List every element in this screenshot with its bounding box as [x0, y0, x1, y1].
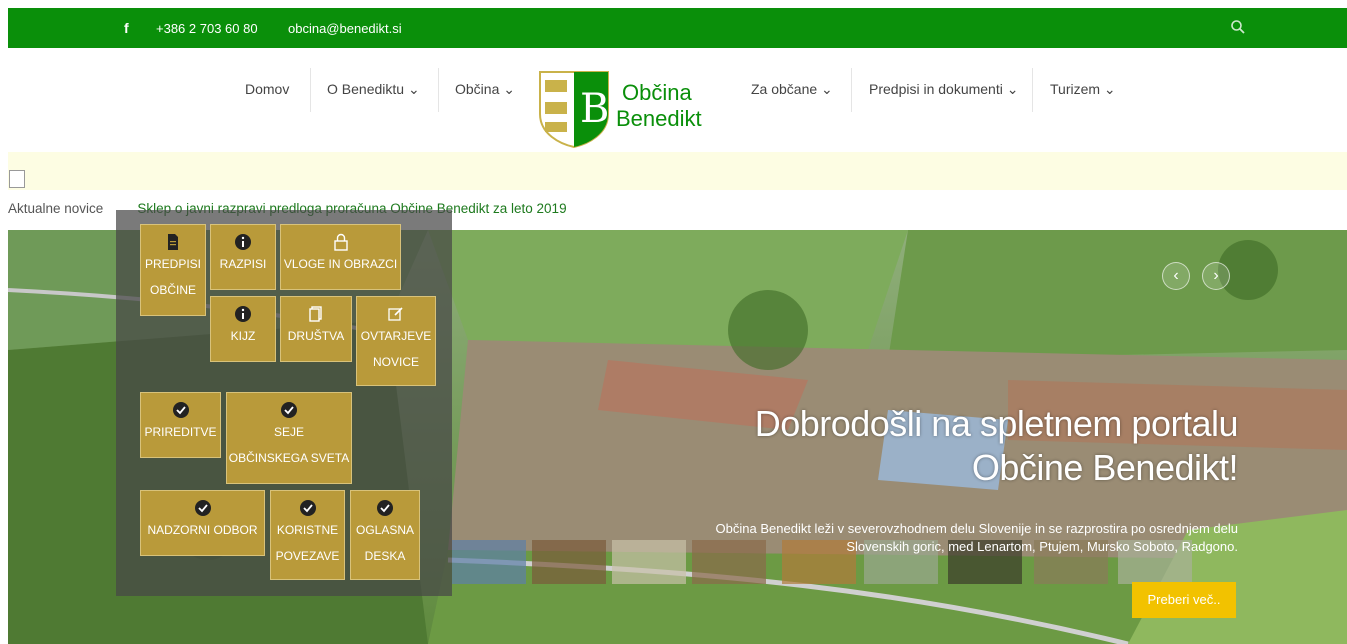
tile-label: NADZORNI ODBOR: [147, 523, 258, 537]
tile-label: OGLASNA: [355, 523, 415, 537]
tile-drustva[interactable]: DRUŠTVA: [280, 296, 352, 362]
tile-label: VLOGE IN OBRAZCI: [283, 257, 398, 271]
check-icon: [281, 402, 297, 418]
info-icon: [235, 306, 251, 322]
tile-nadzorni-odbor[interactable]: NADZORNI ODBOR: [140, 490, 265, 556]
nav-divider: [310, 68, 311, 112]
hero-title-line2: Občine Benedikt!: [971, 447, 1239, 488]
tile-label: OBČINE: [149, 283, 196, 297]
tile-seje-obcinskega-sveta[interactable]: SEJE OBČINSKEGA SVETA: [226, 392, 352, 484]
document-icon[interactable]: [9, 170, 25, 188]
document-icon: [168, 234, 178, 250]
tile-label: OVTARJEVE: [360, 329, 432, 343]
nav-item-predpisi[interactable]: Predpisi in dokumenti ⌄: [869, 81, 1018, 98]
tile-ovtarjeve-novice[interactable]: OVTARJEVE NOVICE: [356, 296, 436, 386]
tile-kijz[interactable]: KIJZ: [210, 296, 276, 362]
top-bar: f +386 2 703 60 80 obcina@benedikt.si: [8, 8, 1347, 48]
edit-icon: [388, 307, 403, 321]
copy-icon: [309, 306, 322, 322]
nav-divider: [438, 68, 439, 112]
slide-thumbnail[interactable]: [612, 540, 686, 584]
main-navigation: Domov O Benediktu ⌄ Občina ⌄ B Občina Be…: [0, 48, 1347, 152]
tile-label: DESKA: [364, 549, 406, 563]
slide-thumbnail[interactable]: [532, 540, 606, 584]
tile-label: PRIREDITVE: [144, 425, 217, 439]
tile-label: KORISTNE: [276, 523, 339, 537]
nav-item-za-obcane[interactable]: Za občane ⌄: [751, 81, 833, 98]
check-icon: [299, 500, 316, 516]
notice-strip: [8, 152, 1347, 190]
search-icon[interactable]: [1230, 19, 1246, 35]
crest-icon: B: [539, 71, 609, 148]
nav-divider: [1032, 68, 1033, 112]
nav-item-obcina[interactable]: Občina ⌄: [455, 81, 515, 98]
tile-koristne-povezave[interactable]: KORISTNE POVEZAVE: [270, 490, 345, 580]
tile-razpisi[interactable]: RAZPISI: [210, 224, 276, 290]
tile-label: OBČINSKEGA SVETA: [228, 451, 350, 465]
tile-vloge-in-obrazci[interactable]: VLOGE IN OBRAZCI: [280, 224, 401, 290]
hero-title: Dobrodošli na spletnem portalu Občine Be…: [690, 402, 1239, 490]
tile-label: DRUŠTVA: [287, 329, 345, 343]
tile-label: PREDPISI: [144, 257, 201, 271]
read-more-button[interactable]: Preberi več..: [1132, 582, 1236, 618]
nav-item-domov[interactable]: Domov: [245, 81, 289, 97]
tile-label: POVEZAVE: [275, 549, 340, 563]
check-icon: [172, 402, 189, 418]
tile-predpisi-obcine[interactable]: PREDPISI OBČINE: [140, 224, 206, 316]
slider-prev-button[interactable]: ‹: [1162, 262, 1190, 290]
svg-text:B: B: [580, 86, 609, 132]
check-icon: [194, 500, 211, 516]
tile-label: RAZPISI: [219, 257, 267, 271]
tile-label: NOVICE: [372, 355, 419, 369]
logo-title-line2: Benedikt: [616, 106, 702, 131]
hero-title-line1: Dobrodošli na spletnem portalu: [754, 403, 1239, 444]
tile-prireditve[interactable]: PRIREDITVE: [140, 392, 221, 458]
slide-thumbnail[interactable]: [452, 540, 526, 584]
facebook-icon[interactable]: f: [124, 20, 129, 36]
nav-item-turizem[interactable]: Turizem ⌄: [1050, 81, 1116, 98]
lock-icon: [333, 233, 348, 251]
check-icon: [377, 500, 393, 516]
nav-item-o-benediktu[interactable]: O Benediktu ⌄: [327, 81, 420, 98]
phone-link[interactable]: +386 2 703 60 80: [156, 21, 258, 36]
hero-description: Občina Benedikt leži v severovzhodnem de…: [715, 521, 1238, 554]
tile-oglasna-deska[interactable]: OGLASNA DESKA: [350, 490, 420, 580]
info-icon: [235, 234, 251, 250]
tile-label: KIJZ: [230, 329, 256, 343]
ticker-label: Aktualne novice: [8, 201, 104, 216]
tile-label: SEJE: [273, 425, 304, 439]
slider-next-button[interactable]: ›: [1202, 262, 1230, 290]
site-logo[interactable]: B Občina Benedikt: [538, 70, 718, 148]
email-link[interactable]: obcina@benedikt.si: [288, 21, 402, 36]
nav-divider: [851, 68, 852, 112]
logo-title-line1: Občina: [622, 80, 692, 105]
